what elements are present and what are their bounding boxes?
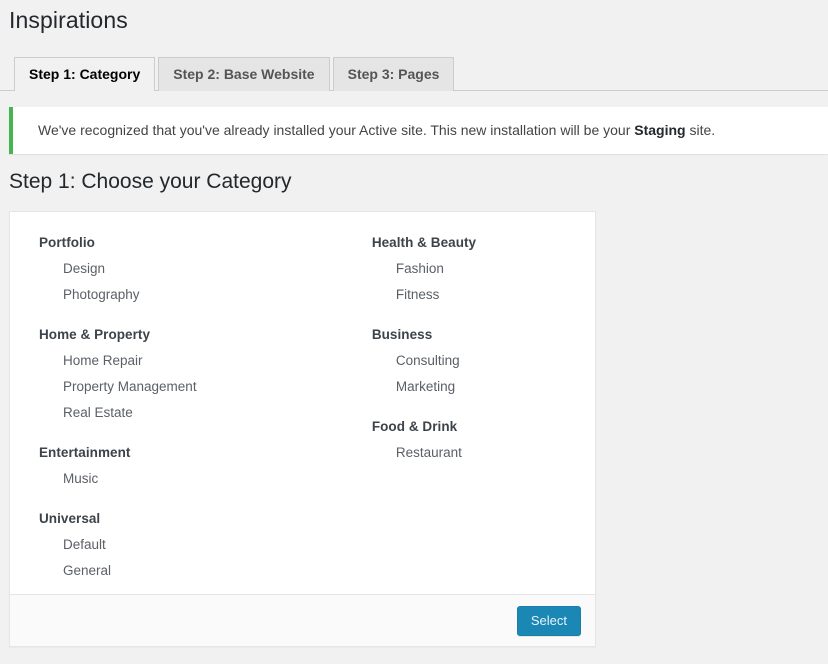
category-group-heading: Entertainment [39, 445, 131, 460]
category-group-heading: Food & Drink [371, 419, 458, 434]
category-group-heading: Universal [39, 511, 101, 526]
category-group-heading: Home & Property [39, 327, 151, 342]
category-item[interactable]: Restaurant [372, 440, 595, 466]
notice-emphasis: Staging [634, 122, 686, 138]
category-group: Entertainment Music [39, 440, 355, 492]
category-column-right: Health & Beauty Fashion Fitness Business Con… [355, 230, 595, 584]
category-item[interactable]: Photography [39, 282, 355, 308]
category-column-left: Portfolio Design Photography Home & Propert… [10, 230, 355, 584]
notice-text: We've recognized that you've already ins… [13, 120, 816, 141]
tab-step-1[interactable]: Step 1: Category [14, 57, 156, 92]
category-card: Portfolio Design Photography Home & Propert… [9, 211, 596, 647]
notice-text-after: site. [685, 122, 716, 138]
select-button[interactable]: Select [516, 606, 581, 636]
category-item[interactable]: Fashion [372, 256, 595, 282]
category-group: Home & Property Home Repair Property Manag… [39, 322, 355, 426]
category-group-heading: Health & Beauty [371, 235, 477, 250]
category-item[interactable]: Home Repair [39, 348, 355, 374]
wizard-tab-strip: Step 1: Category Step 2: Base Website Step… [0, 57, 828, 92]
notice-text-before: We've recognized that you've already ins… [38, 122, 635, 138]
section-heading: Step 1: Choose your Category [9, 170, 292, 193]
category-group: Food & Drink Restaurant [372, 414, 595, 466]
category-item[interactable]: Marketing [372, 374, 595, 400]
category-group: Health & Beauty Fashion Fitness [372, 230, 595, 308]
tab-step-3[interactable]: Step 3: Pages [332, 57, 455, 91]
page-title: Inspirations [9, 7, 128, 33]
category-card-footer: Select [10, 594, 595, 646]
category-item[interactable]: Music [39, 466, 355, 492]
category-group: Universal Default General [39, 506, 355, 584]
tab-step-2[interactable]: Step 2: Base Website [158, 57, 330, 91]
category-item[interactable]: Fitness [372, 282, 595, 308]
category-item[interactable]: Design [39, 256, 355, 282]
category-group: Portfolio Design Photography [39, 230, 355, 308]
staging-site-notice: We've recognized that you've already ins… [9, 107, 828, 154]
category-group-heading: Business [371, 327, 433, 342]
category-group-heading: Portfolio [39, 235, 95, 250]
category-item[interactable]: Consulting [372, 348, 595, 374]
category-item[interactable]: Real Estate [39, 400, 355, 426]
category-item[interactable]: General [39, 558, 355, 584]
category-item[interactable]: Property Management [39, 374, 355, 400]
category-card-body: Portfolio Design Photography Home & Propert… [10, 212, 595, 594]
category-group: Business Consulting Marketing [372, 322, 595, 400]
category-item[interactable]: Default [39, 532, 355, 558]
